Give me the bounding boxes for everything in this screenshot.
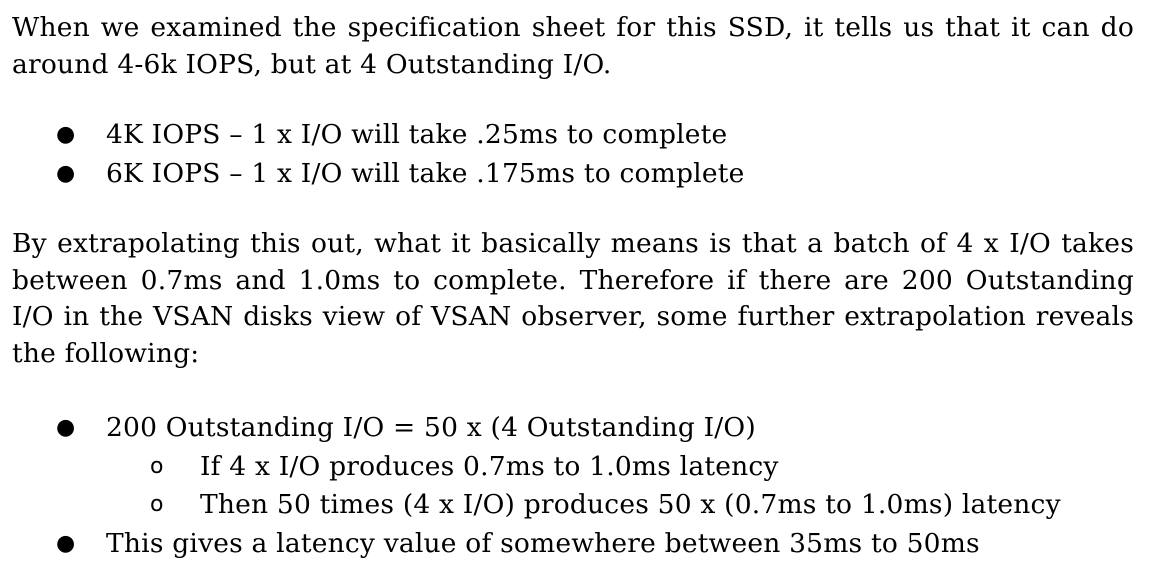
bullet-dot-icon: ●	[56, 160, 76, 186]
list-subitem-text: Then 50 times (4 x I/O) produces 50 x (0…	[200, 489, 1061, 520]
list-item: ● This gives a latency value of somewher…	[12, 525, 1134, 564]
list-item: ● 200 Outstanding I/O = 50 x (4 Outstand…	[12, 409, 1134, 448]
bullet-dot-icon: ●	[56, 530, 76, 556]
list-item: ● 6K IOPS – 1 x I/O will take .175ms to …	[12, 155, 1134, 194]
paragraph-extrapolation: By extrapolating this out, what it basic…	[12, 228, 1134, 369]
bullet-dot-icon: ●	[56, 122, 76, 147]
list-subitem: o Then 50 times (4 x I/O) produces 50 x …	[12, 486, 1134, 525]
list-subitem: o If 4 x I/O produces 0.7ms to 1.0ms lat…	[12, 448, 1134, 487]
iops-latency-list: ● 4K IOPS – 1 x I/O will take .25ms to c…	[12, 116, 1134, 193]
list-item-text: This gives a latency value of somewhere …	[106, 527, 980, 559]
bullet-circle-icon: o	[150, 492, 164, 517]
bullet-dot-icon: ●	[56, 415, 76, 440]
latency-calculation-list: ● 200 Outstanding I/O = 50 x (4 Outstand…	[12, 409, 1134, 563]
paragraph-ssd-spec: When we examined the specification sheet…	[12, 12, 1134, 80]
list-item: ● 4K IOPS – 1 x I/O will take .25ms to c…	[12, 116, 1134, 155]
list-item-text: 4K IOPS – 1 x I/O will take .25ms to com…	[106, 119, 728, 150]
document-body: When we examined the specification sheet…	[12, 10, 1134, 563]
list-item-text: 200 Outstanding I/O = 50 x (4 Outstandin…	[106, 412, 756, 443]
list-item-text: 6K IOPS – 1 x I/O will take .175ms to co…	[106, 157, 745, 189]
bullet-circle-icon: o	[150, 453, 164, 479]
list-subitem-text: If 4 x I/O produces 0.7ms to 1.0ms laten…	[200, 450, 779, 482]
